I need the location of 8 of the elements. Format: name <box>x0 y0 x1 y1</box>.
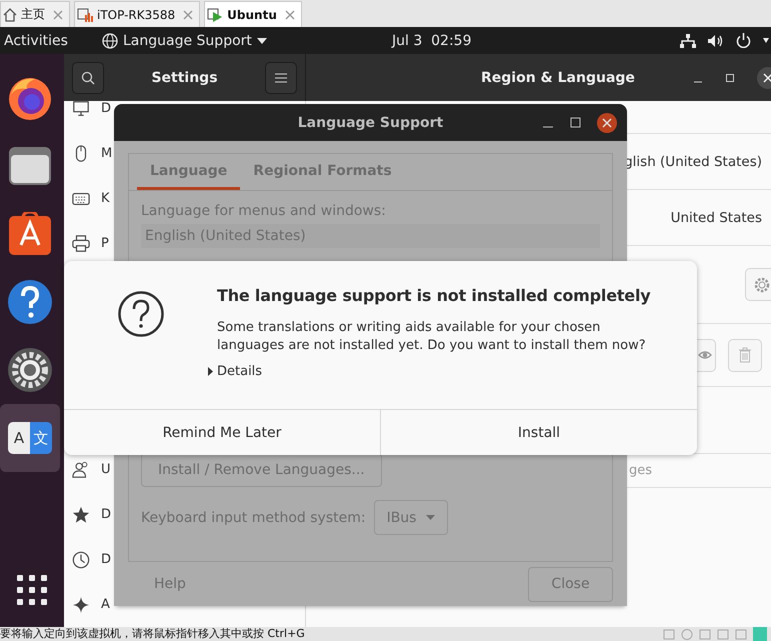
panel-title: Region & Language <box>481 70 635 86</box>
field-label: Keyboard input method system: <box>141 510 366 526</box>
status-text: 要将输入定向到该虚拟机，请将鼠标指针移入其中或按 Ctrl+G <box>0 627 305 641</box>
field-label: Language for menus and windows: <box>141 203 387 219</box>
window-title: Settings <box>151 70 218 86</box>
alert-message: Some translations or writing aids available for your chosen languages are not installed yet. Do you want to install them now? <box>217 319 647 355</box>
alert-title: The language support is not installed completely <box>217 286 652 305</box>
dialog-title: Language Support <box>298 114 444 130</box>
